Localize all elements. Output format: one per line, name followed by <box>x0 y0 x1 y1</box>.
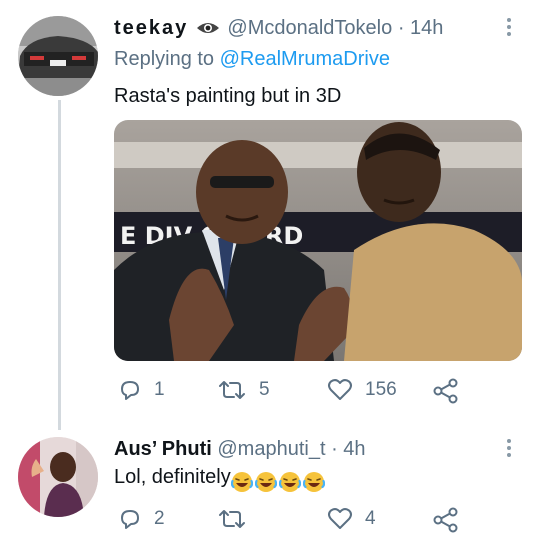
tweet-text: Lol, definitely <box>114 466 327 493</box>
replying-to: Replying to @RealMrumaDrive <box>114 48 390 71</box>
share-icon <box>433 507 458 533</box>
display-name[interactable]: teekay <box>114 17 188 39</box>
laughing-emoji-icon <box>278 471 301 492</box>
tweet-text-body: Lol, definitely <box>114 466 231 488</box>
retweet-icon <box>219 510 245 528</box>
reply-icon <box>121 510 139 529</box>
tweet-text: Rasta's painting but in 3D <box>114 85 342 107</box>
reply-button[interactable]: 2 <box>118 507 165 531</box>
handle[interactable]: @McdonaldTokelo <box>227 17 392 39</box>
share-button[interactable] <box>433 507 459 533</box>
thread-connector-line <box>58 100 61 430</box>
avatar[interactable] <box>18 16 98 96</box>
retweet-button[interactable]: 5 <box>217 378 270 402</box>
laughing-emoji-icon <box>302 471 325 492</box>
retweet-icon <box>219 381 245 399</box>
emoji-row <box>230 470 327 493</box>
like-count: 4 <box>365 508 376 529</box>
retweet-button[interactable] <box>217 507 259 531</box>
timestamp[interactable]: · 4h <box>331 438 365 460</box>
laughing-emoji-icon <box>254 471 277 492</box>
like-button[interactable]: 156 <box>327 378 397 402</box>
replying-to-prefix: Replying to <box>114 48 215 70</box>
reply-count: 2 <box>154 508 165 529</box>
like-icon <box>328 508 352 529</box>
tweet-media-image[interactable]: E DIV OWARD <box>114 120 522 361</box>
like-icon <box>328 379 352 400</box>
more-icon[interactable] <box>498 16 520 38</box>
like-count: 156 <box>365 379 397 400</box>
reply-count: 1 <box>154 379 165 400</box>
reply-button[interactable]: 1 <box>118 378 165 402</box>
eye-icon <box>196 19 220 43</box>
display-name[interactable]: Aus’ Phuti <box>114 438 212 460</box>
replying-to-link[interactable]: @RealMrumaDrive <box>220 48 390 70</box>
reply-icon <box>121 381 139 400</box>
like-button[interactable]: 4 <box>327 507 376 531</box>
retweet-count: 5 <box>259 379 270 400</box>
laughing-emoji-icon <box>230 471 253 492</box>
share-button[interactable] <box>433 378 459 404</box>
avatar[interactable] <box>18 437 98 517</box>
tweet-header: Aus’ Phuti @maphuti_t · 4h <box>114 438 366 461</box>
tweet-header: teekay @McdonaldTokelo · 14h <box>114 17 443 43</box>
share-icon <box>433 378 458 404</box>
timestamp[interactable]: · 14h <box>398 17 444 39</box>
more-icon[interactable] <box>498 437 520 459</box>
handle[interactable]: @maphuti_t <box>217 438 325 460</box>
